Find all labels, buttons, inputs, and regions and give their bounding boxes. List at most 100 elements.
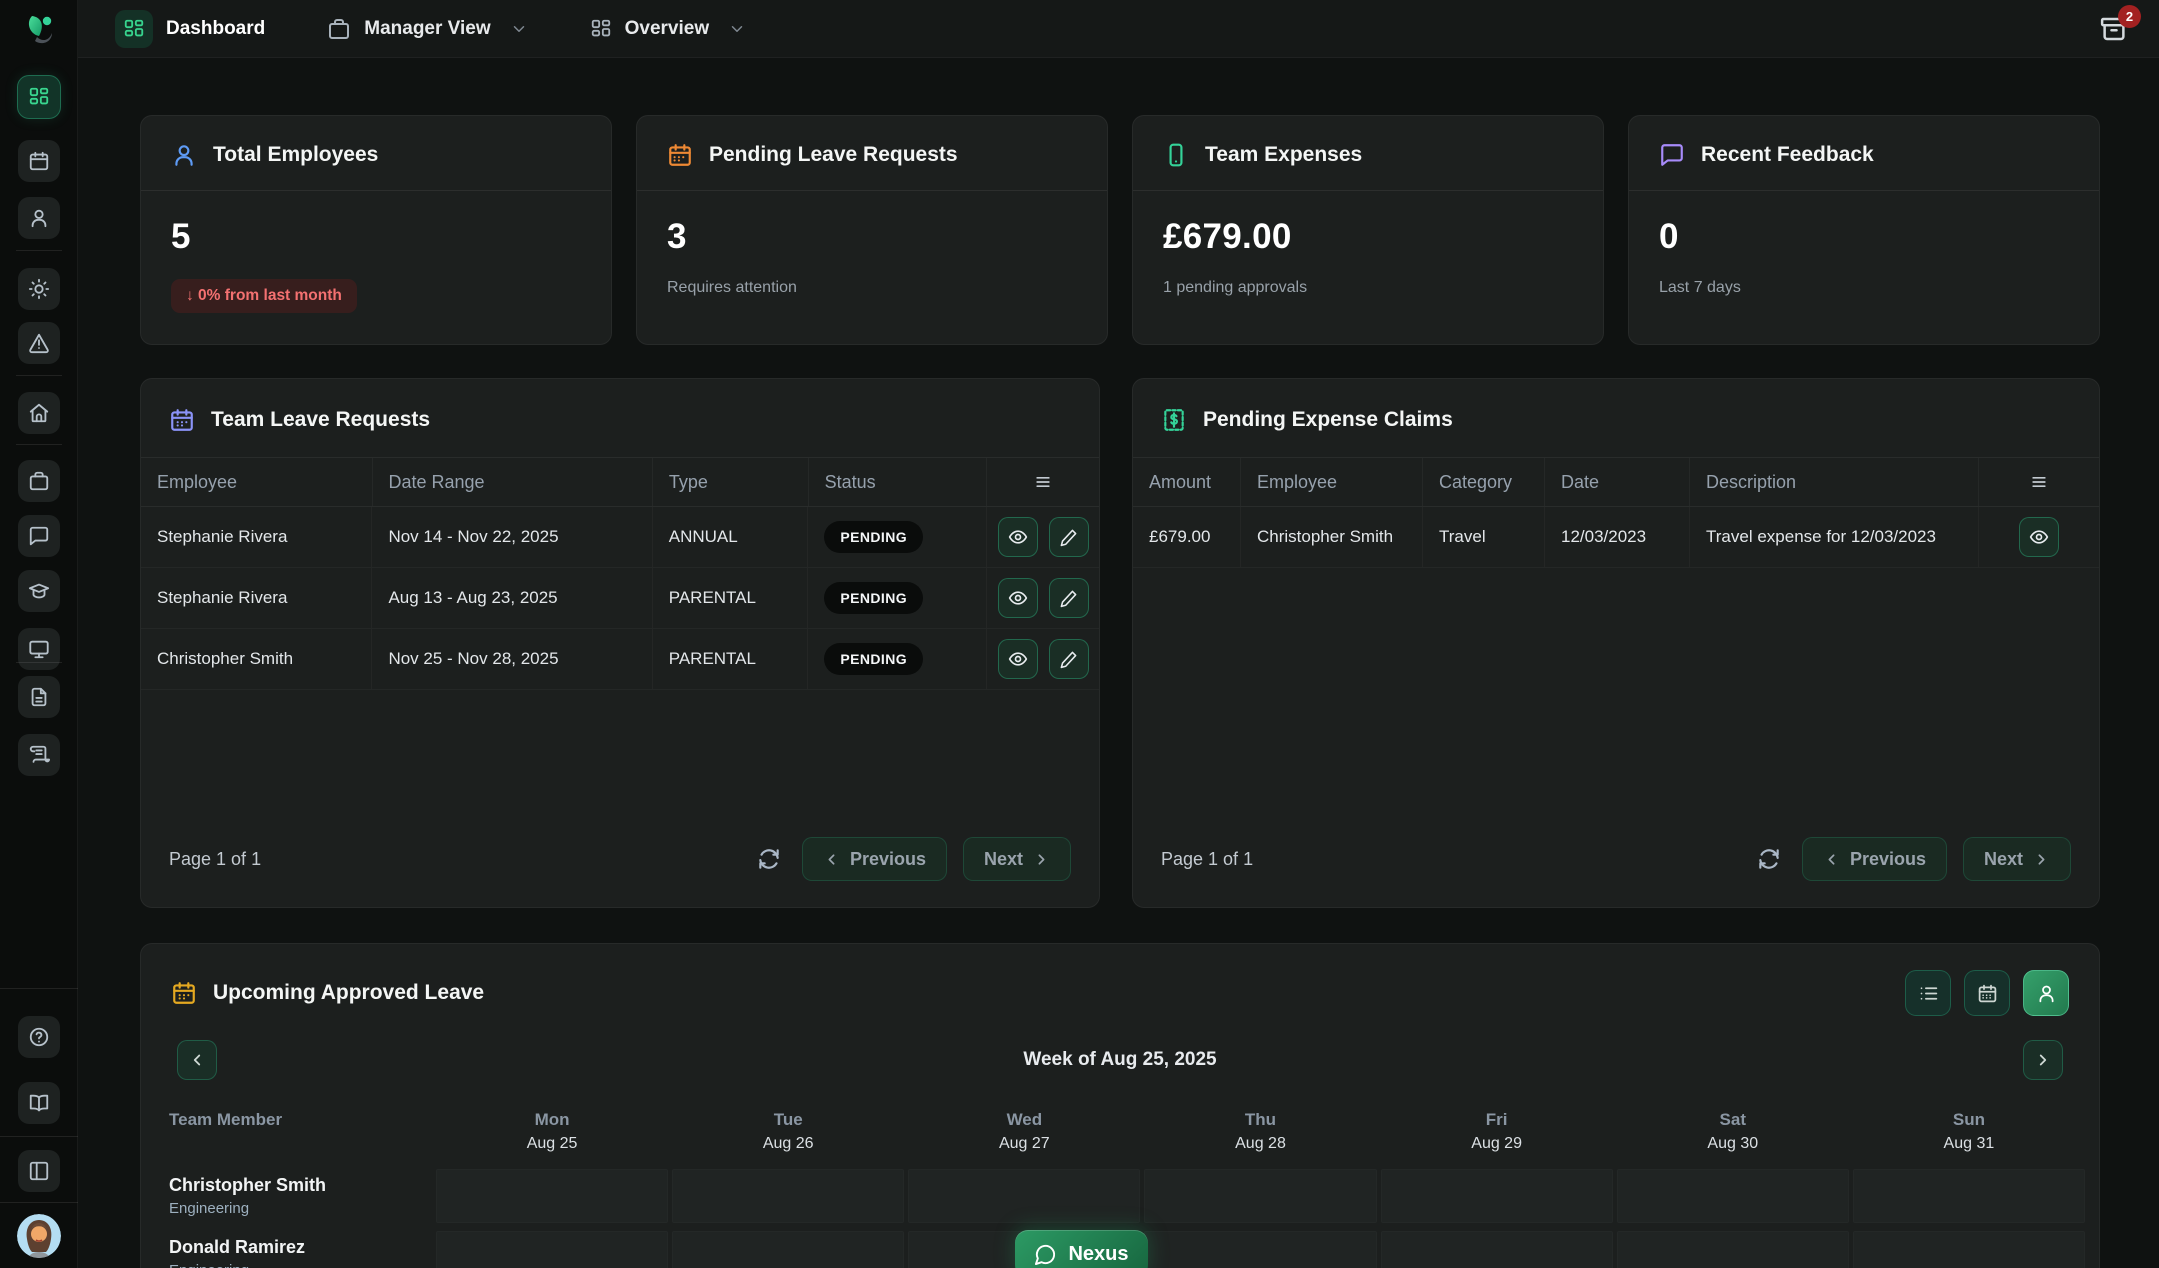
refresh-button[interactable] [752, 842, 786, 876]
panel-left-icon [28, 1160, 50, 1182]
sidebar-item-jobs[interactable] [18, 460, 60, 502]
table-row: Stephanie Rivera Aug 13 - Aug 23, 2025 P… [141, 568, 1099, 629]
column-header: Date Range [373, 458, 653, 506]
nav-item-manager-view[interactable]: Manager View [327, 17, 527, 41]
view-button[interactable] [998, 578, 1038, 618]
edit-button[interactable] [1049, 517, 1089, 557]
member-name: Christopher Smith [169, 1175, 434, 1196]
user-avatar[interactable] [17, 1214, 61, 1258]
day-cell[interactable] [436, 1169, 668, 1223]
day-cell[interactable] [672, 1169, 904, 1223]
previous-page-button[interactable]: Previous [802, 837, 947, 881]
day-cell[interactable] [436, 1231, 668, 1268]
trend-badge: ↓ 0% from last month [171, 279, 357, 313]
day-cell[interactable] [908, 1169, 1140, 1223]
sidebar-item-help[interactable] [18, 1016, 60, 1058]
sidebar-item-policies[interactable] [18, 734, 60, 776]
day-cell[interactable] [1144, 1169, 1376, 1223]
app-logo[interactable] [22, 12, 58, 48]
day-cell[interactable] [672, 1231, 904, 1268]
day-cell[interactable] [1617, 1169, 1849, 1223]
sidebar-item-learning[interactable] [18, 570, 60, 612]
overview-grid-icon [590, 18, 612, 40]
previous-week-button[interactable] [177, 1040, 217, 1080]
view-button[interactable] [2019, 517, 2059, 557]
chevron-left-icon [823, 851, 840, 868]
sidebar [0, 0, 78, 1268]
table-row: Stephanie Rivera Nov 14 - Nov 22, 2025 A… [141, 507, 1099, 568]
day-cell[interactable] [1853, 1169, 2085, 1223]
view-button[interactable] [998, 517, 1038, 557]
sidebar-item-people[interactable] [18, 197, 60, 239]
status-badge: PENDING [824, 521, 923, 553]
card-title: Team Expenses [1205, 143, 1362, 167]
refresh-button[interactable] [1752, 842, 1786, 876]
sidebar-item-dashboard[interactable] [18, 76, 60, 118]
table-row: Christopher Smith Nov 25 - Nov 28, 2025 … [141, 629, 1099, 690]
stat-card-recent-feedback: Recent Feedback 0 Last 7 days [1628, 115, 2100, 345]
sidebar-divider [16, 662, 62, 663]
notification-badge: 2 [2118, 5, 2141, 28]
nexus-assistant-button[interactable]: Nexus [1015, 1230, 1148, 1268]
people-view-button[interactable] [2023, 970, 2069, 1016]
sidebar-item-messages[interactable] [18, 515, 60, 557]
sidebar-item-alerts[interactable] [18, 322, 60, 364]
cell-date-range: Nov 25 - Nov 28, 2025 [372, 629, 652, 689]
pagination-bar: Page 1 of 1 Previous Next [1133, 815, 2099, 907]
edit-button[interactable] [1049, 639, 1089, 679]
next-page-button[interactable]: Next [963, 837, 1071, 881]
nav-item-dashboard[interactable]: Dashboard [115, 10, 265, 48]
stat-card-team-expenses: Team Expenses £679.00 1 pending approval… [1132, 115, 1604, 345]
smartphone-icon [1163, 142, 1189, 168]
cell-status: PENDING [808, 507, 987, 567]
next-week-button[interactable] [2023, 1040, 2063, 1080]
sidebar-item-home[interactable] [18, 392, 60, 434]
column-header: Type [653, 458, 809, 506]
day-cell[interactable] [1617, 1231, 1849, 1268]
week-label: Week of Aug 25, 2025 [217, 1049, 2023, 1071]
sidebar-item-devices[interactable] [18, 628, 60, 670]
day-column-header: ThuAug 28 [1142, 1110, 1378, 1153]
chevron-left-icon [1823, 851, 1840, 868]
cell-category: Travel [1423, 507, 1545, 567]
cell-status: PENDING [808, 629, 987, 689]
stat-card-total-employees: Total Employees 5 ↓ 0% from last month [140, 115, 612, 345]
list-view-button[interactable] [1905, 970, 1951, 1016]
sidebar-divider [16, 375, 62, 376]
sidebar-item-collapse-panel[interactable] [18, 1150, 60, 1192]
inbox-button[interactable]: 2 [2099, 14, 2129, 44]
refresh-icon [756, 846, 782, 872]
sidebar-item-calendar[interactable] [18, 140, 60, 182]
member-column-header: Team Member [169, 1110, 434, 1153]
day-column-header: WedAug 27 [906, 1110, 1142, 1153]
pencil-icon [1059, 589, 1078, 608]
chevron-right-icon [2033, 851, 2050, 868]
home-icon [28, 402, 50, 424]
next-page-button[interactable]: Next [1963, 837, 2071, 881]
dashboard-grid-icon [115, 10, 153, 48]
help-circle-icon [28, 1026, 50, 1048]
sidebar-divider [0, 1202, 78, 1203]
day-cell[interactable] [1381, 1169, 1613, 1223]
tables-row: Team Leave Requests Employee Date Range … [140, 378, 2100, 908]
previous-page-button[interactable]: Previous [1802, 837, 1947, 881]
sidebar-item-brightness[interactable] [18, 268, 60, 310]
edit-button[interactable] [1049, 578, 1089, 618]
user-icon [171, 142, 197, 168]
user-icon [28, 207, 50, 229]
panel-title: Team Leave Requests [211, 408, 430, 432]
day-cell[interactable] [1381, 1231, 1613, 1268]
view-button[interactable] [998, 639, 1038, 679]
calendar-days-icon [1977, 983, 1998, 1004]
calendar-view-button[interactable] [1964, 970, 2010, 1016]
sidebar-item-documents[interactable] [18, 676, 60, 718]
chat-bubble-icon [28, 525, 50, 547]
sidebar-item-docs[interactable] [18, 1082, 60, 1124]
day-cell[interactable] [1853, 1231, 2085, 1268]
day-cell[interactable] [1144, 1231, 1376, 1268]
nav-item-overview[interactable]: Overview [590, 18, 747, 40]
cell-employee: Christopher Smith [141, 629, 372, 689]
calendar-icon [169, 407, 195, 433]
pagination-bar: Page 1 of 1 Previous Next [141, 815, 1099, 907]
cell-date: 12/03/2023 [1545, 507, 1690, 567]
